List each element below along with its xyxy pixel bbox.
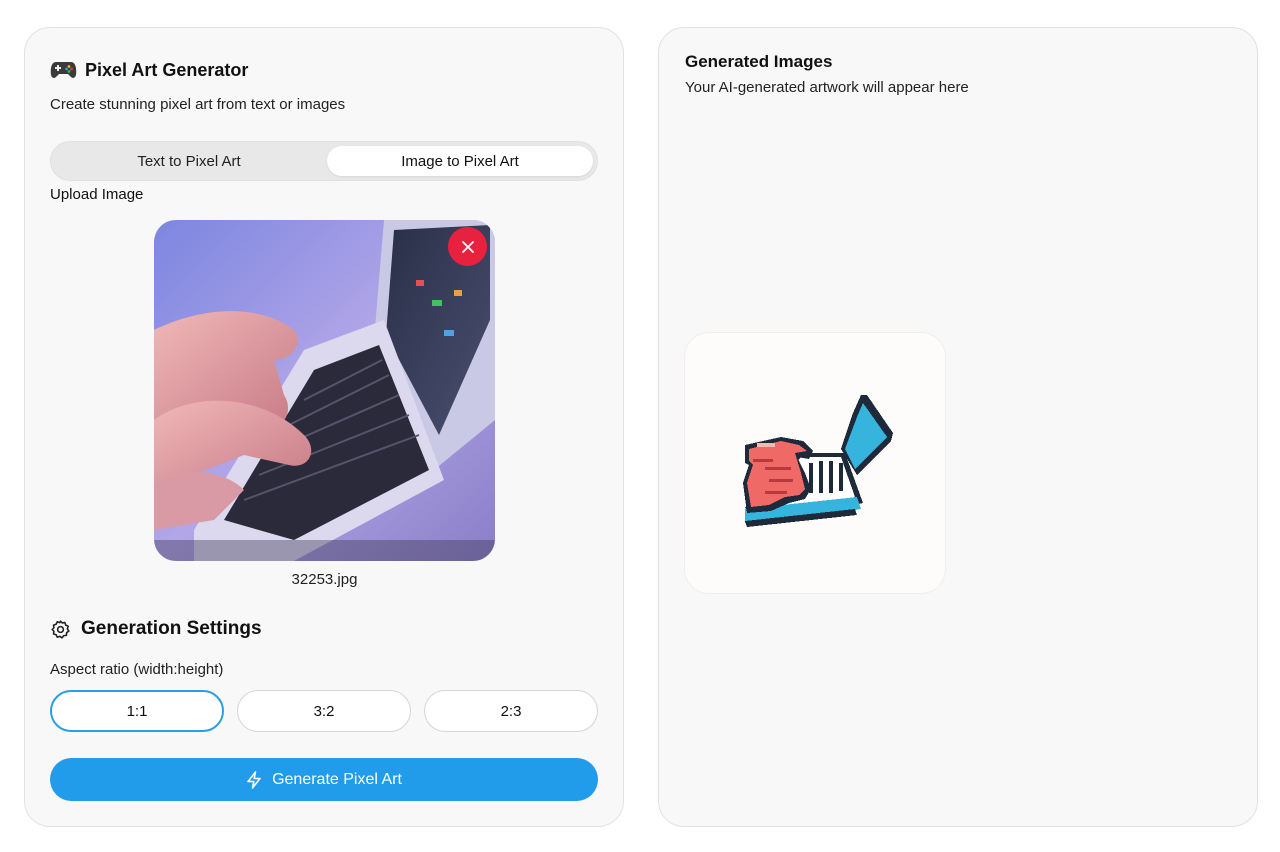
results-panel: Generated Images Your AI-generated artwo… bbox=[658, 27, 1258, 827]
uploaded-image-preview bbox=[154, 220, 495, 561]
uploaded-filename: 32253.jpg bbox=[291, 571, 358, 588]
aspect-ratio-3-2-button[interactable]: 3:2 bbox=[237, 690, 411, 732]
mode-tabs: Text to Pixel Art Image to Pixel Art bbox=[50, 141, 598, 181]
app-subtitle: Create stunning pixel art from text or i… bbox=[50, 96, 346, 113]
gamepad-icon bbox=[50, 62, 77, 78]
generate-button-label: Generate Pixel Art bbox=[272, 770, 402, 788]
input-panel: Pixel Art Generator Create stunning pixe… bbox=[24, 27, 624, 827]
settings-title: Generation Settings bbox=[81, 618, 262, 639]
generate-pixel-art-button[interactable]: Generate Pixel Art bbox=[50, 758, 598, 801]
lightning-icon bbox=[247, 770, 261, 789]
aspect-ratio-label: Aspect ratio (width:height) bbox=[50, 661, 224, 678]
generated-pixel-art-image bbox=[743, 395, 893, 527]
generated-image-card[interactable] bbox=[685, 333, 945, 593]
aspect-ratio-1-1-button[interactable]: 1:1 bbox=[50, 690, 224, 732]
results-title: Generated Images bbox=[685, 52, 833, 71]
aspect-ratio-2-3-button[interactable]: 2:3 bbox=[424, 690, 598, 732]
remove-image-button[interactable] bbox=[448, 227, 487, 266]
tab-image-to-pixel-art[interactable]: Image to Pixel Art bbox=[327, 146, 593, 176]
app-header: Pixel Art Generator bbox=[50, 59, 248, 81]
results-subtitle: Your AI-generated artwork will appear he… bbox=[685, 79, 969, 96]
settings-header: Generation Settings bbox=[50, 618, 262, 640]
upload-label: Upload Image bbox=[50, 186, 144, 203]
tab-text-to-pixel-art[interactable]: Text to Pixel Art bbox=[55, 146, 323, 176]
close-icon bbox=[461, 240, 474, 253]
gear-icon bbox=[51, 619, 70, 639]
app-title: Pixel Art Generator bbox=[85, 59, 249, 80]
